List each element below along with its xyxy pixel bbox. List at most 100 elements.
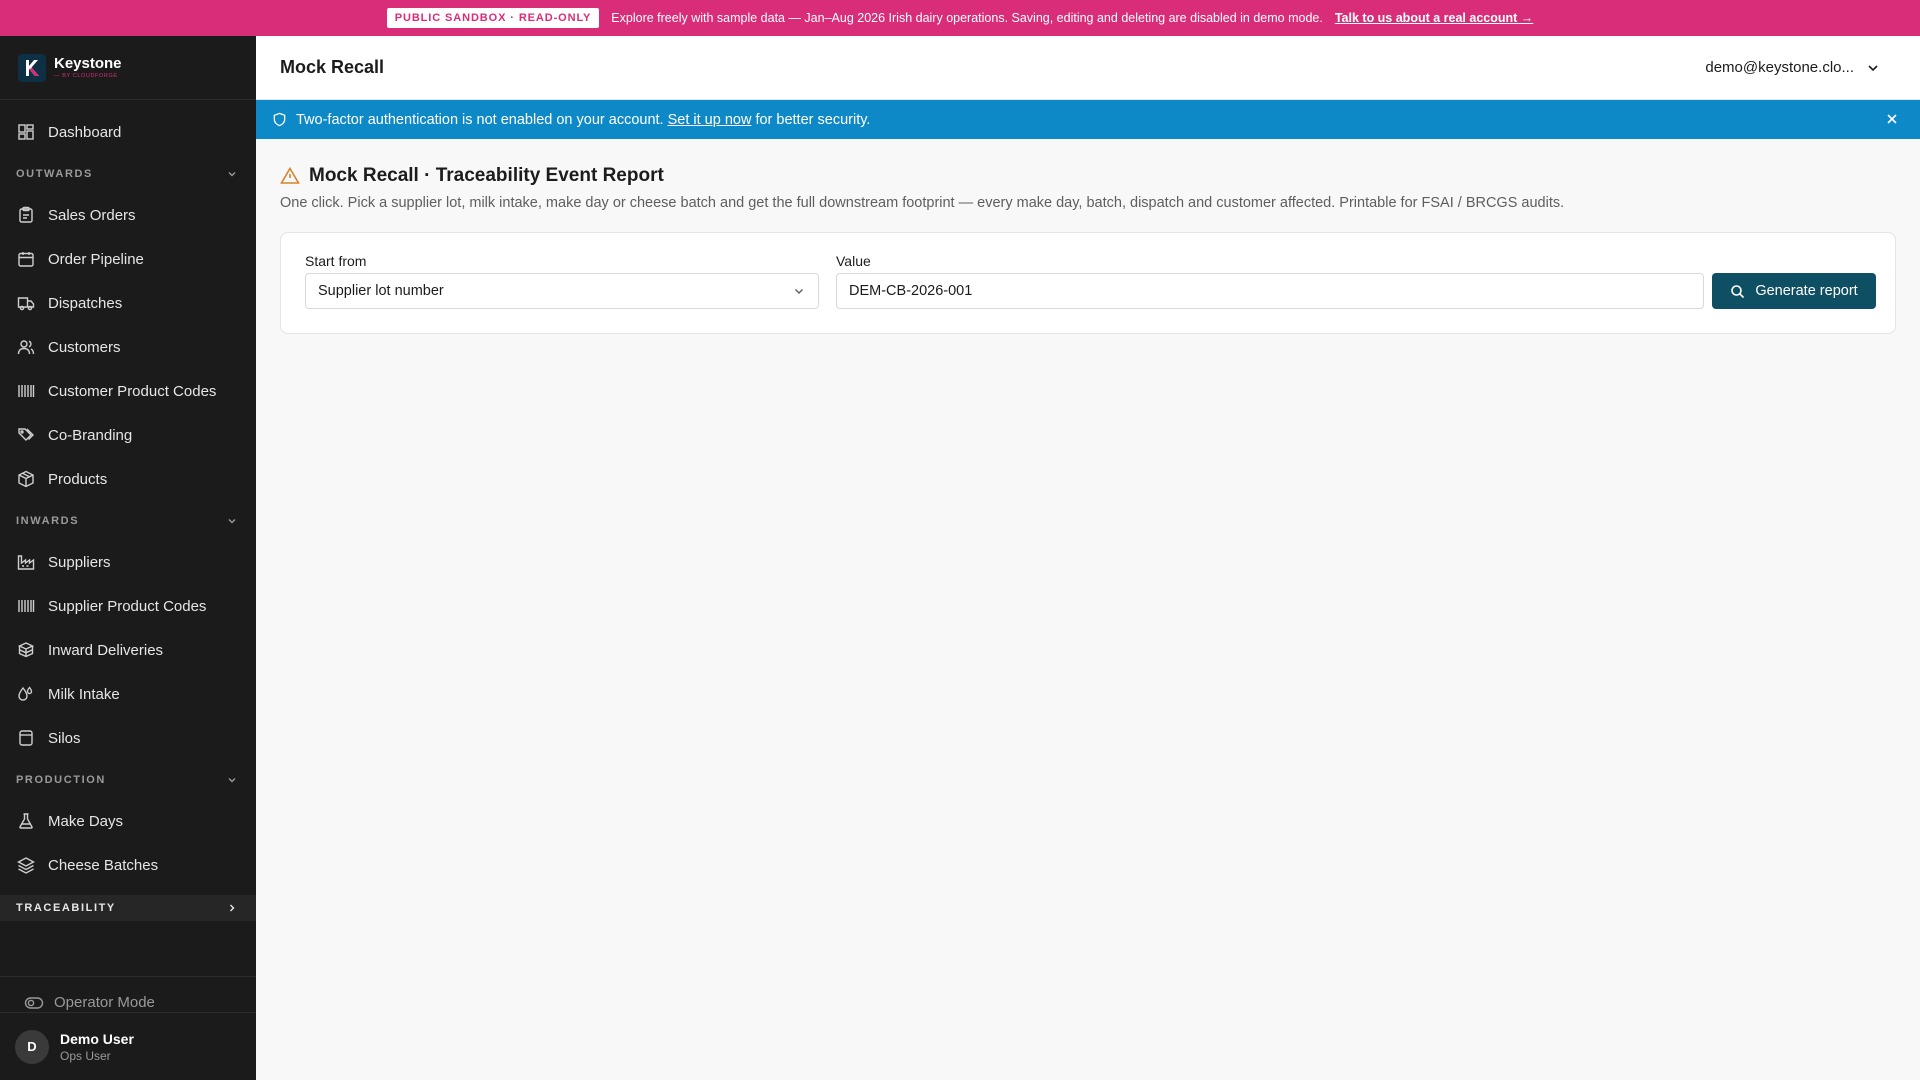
chevron-down-icon [795, 289, 803, 294]
page-title: Mock Recall · Traceability Event Report [280, 165, 1564, 187]
user-profile[interactable]: D Demo User Ops User [0, 1012, 256, 1080]
barcode-icon [17, 597, 35, 615]
page-header-title: Mock Recall [280, 57, 385, 77]
page-title-text: Mock Recall · Traceability Event Report [309, 165, 664, 186]
chevron-right-icon [230, 904, 235, 912]
flask-icon [17, 812, 35, 830]
recall-form-card: Start from Supplier lot number Value Gen… [280, 232, 1896, 334]
value-label: Value [836, 253, 871, 269]
barcode-icon [17, 382, 35, 400]
avatar: D [15, 1029, 49, 1064]
account-menu[interactable]: demo@keystone.clo... [1705, 59, 1896, 76]
section-outwards[interactable]: OUTWARDS [0, 154, 256, 193]
section-title: INWARDS [16, 514, 80, 527]
two-factor-notice: Two-factor authentication is not enabled… [256, 100, 1920, 139]
sidebar-item-make-days[interactable]: Make Days [0, 799, 256, 843]
section-production[interactable]: PRODUCTION [0, 760, 256, 799]
sidebar-item-label: Dispatches [48, 294, 123, 312]
demo-banner-text: Explore freely with sample data — Jan–Au… [611, 11, 1323, 25]
sidebar-item-supplier-product-codes[interactable]: Supplier Product Codes [0, 584, 256, 628]
sidebar-item-label: Co-Branding [48, 426, 133, 444]
sidebar-item-label: Cheese Batches [48, 856, 159, 874]
user-name: Demo User [60, 1030, 134, 1047]
factory-icon [17, 553, 35, 571]
sidebar-item-co-branding[interactable]: Co-Branding [0, 413, 256, 457]
page-description: One click. Pick a supplier lot, milk int… [280, 195, 1565, 211]
truck-icon [17, 294, 35, 312]
notice-text-after: for better security. [755, 111, 871, 128]
section-title: PRODUCTION [16, 773, 106, 786]
boxes-icon [17, 641, 35, 659]
sidebar-item-label: Silos [48, 729, 81, 747]
sidebar-item-silos[interactable]: Silos [0, 716, 256, 760]
sidebar-item-customer-product-codes[interactable]: Customer Product Codes [0, 369, 256, 413]
sandbox-badge: PUBLIC SANDBOX · READ-ONLY [386, 8, 600, 28]
real-account-link[interactable]: Talk to us about a real account → [1335, 11, 1533, 25]
sidebar-item-label: Order Pipeline [48, 250, 144, 268]
brand-name: Keystone [54, 54, 122, 72]
chevron-down-icon [228, 171, 236, 176]
sidebar-item-label: Inward Deliveries [48, 641, 164, 659]
sidebar-item-products[interactable]: Products [0, 457, 256, 501]
package-icon [17, 470, 35, 488]
top-header: Mock Recall demo@keystone.clo... [256, 36, 1920, 100]
sidebar-item-label: Products [48, 470, 108, 488]
layers-icon [17, 856, 35, 874]
sidebar-item-inward-deliveries[interactable]: Inward Deliveries [0, 628, 256, 672]
chevron-down-icon [1868, 64, 1878, 71]
start-from-select[interactable]: Supplier lot number [305, 273, 819, 309]
shield-icon [273, 112, 286, 127]
setup-2fa-link[interactable]: Set it up now [668, 112, 752, 128]
sidebar-item-label: Dashboard [48, 123, 122, 141]
sidebar-item-label: Sales Orders [48, 206, 136, 224]
sidebar-item-label: Customers [48, 338, 121, 356]
sidebar-item-milk-intake[interactable]: Milk Intake [0, 672, 256, 716]
clipboard-icon [17, 206, 35, 224]
sidebar-item-sales-orders[interactable]: Sales Orders [0, 193, 256, 237]
calendar-icon [17, 250, 35, 268]
cylinder-icon [17, 729, 35, 747]
sidebar-item-label: Milk Intake [48, 685, 120, 703]
sidebar-nav: Dashboard OUTWARDS Sales Orders Order Pi… [0, 100, 256, 921]
section-traceability[interactable]: TRACEABILITY [0, 895, 256, 921]
sidebar-item-label: Make Days [48, 812, 124, 830]
account-email: demo@keystone.clo... [1705, 59, 1854, 76]
section-inwards[interactable]: INWARDS [0, 501, 256, 540]
value-input[interactable] [836, 273, 1704, 309]
generate-report-button[interactable]: Generate report [1712, 273, 1876, 309]
toggle-icon [24, 996, 44, 1009]
start-from-value: Supplier lot number [318, 283, 444, 299]
chevron-down-icon [228, 518, 236, 523]
chevron-down-icon [228, 777, 236, 782]
start-from-label: Start from [305, 253, 367, 269]
sidebar-item-cheese-batches[interactable]: Cheese Batches [0, 843, 256, 887]
sidebar-item-order-pipeline[interactable]: Order Pipeline [0, 237, 256, 281]
sidebar-item-label: Customer Product Codes [48, 382, 217, 400]
droplets-icon [17, 685, 35, 703]
section-title: TRACEABILITY [16, 902, 116, 914]
section-title: OUTWARDS [16, 167, 93, 180]
close-icon[interactable] [1884, 111, 1900, 127]
generate-report-label: Generate report [1755, 283, 1858, 299]
page-heading: Mock Recall · Traceability Event Report … [280, 165, 1564, 211]
sidebar-item-dispatches[interactable]: Dispatches [0, 281, 256, 325]
sidebar-item-label: Suppliers [48, 553, 111, 571]
sidebar-item-label: Supplier Product Codes [48, 597, 207, 615]
notice-text: Two-factor authentication is not enabled… [296, 111, 664, 128]
sidebar-item-customers[interactable]: Customers [0, 325, 256, 369]
operator-mode-label: Operator Mode [54, 994, 155, 1011]
sidebar: Keystone — BY CLOUDFORGE Dashboard OUTWA… [0, 36, 256, 1080]
keystone-logo-icon [18, 53, 46, 82]
demo-banner: PUBLIC SANDBOX · READ-ONLY Explore freel… [0, 0, 1920, 36]
brand-tagline: — BY CLOUDFORGE [54, 72, 118, 79]
warning-icon [280, 166, 300, 184]
tags-icon [17, 426, 35, 444]
sidebar-item-suppliers[interactable]: Suppliers [0, 540, 256, 584]
brand[interactable]: Keystone — BY CLOUDFORGE [0, 36, 256, 100]
dashboard-icon [17, 123, 35, 141]
user-role: Ops User [60, 1048, 111, 1063]
main-content: Mock Recall · Traceability Event Report … [256, 139, 1920, 1080]
users-icon [17, 338, 35, 356]
search-icon [1731, 284, 1745, 298]
sidebar-item-dashboard[interactable]: Dashboard [0, 110, 256, 154]
